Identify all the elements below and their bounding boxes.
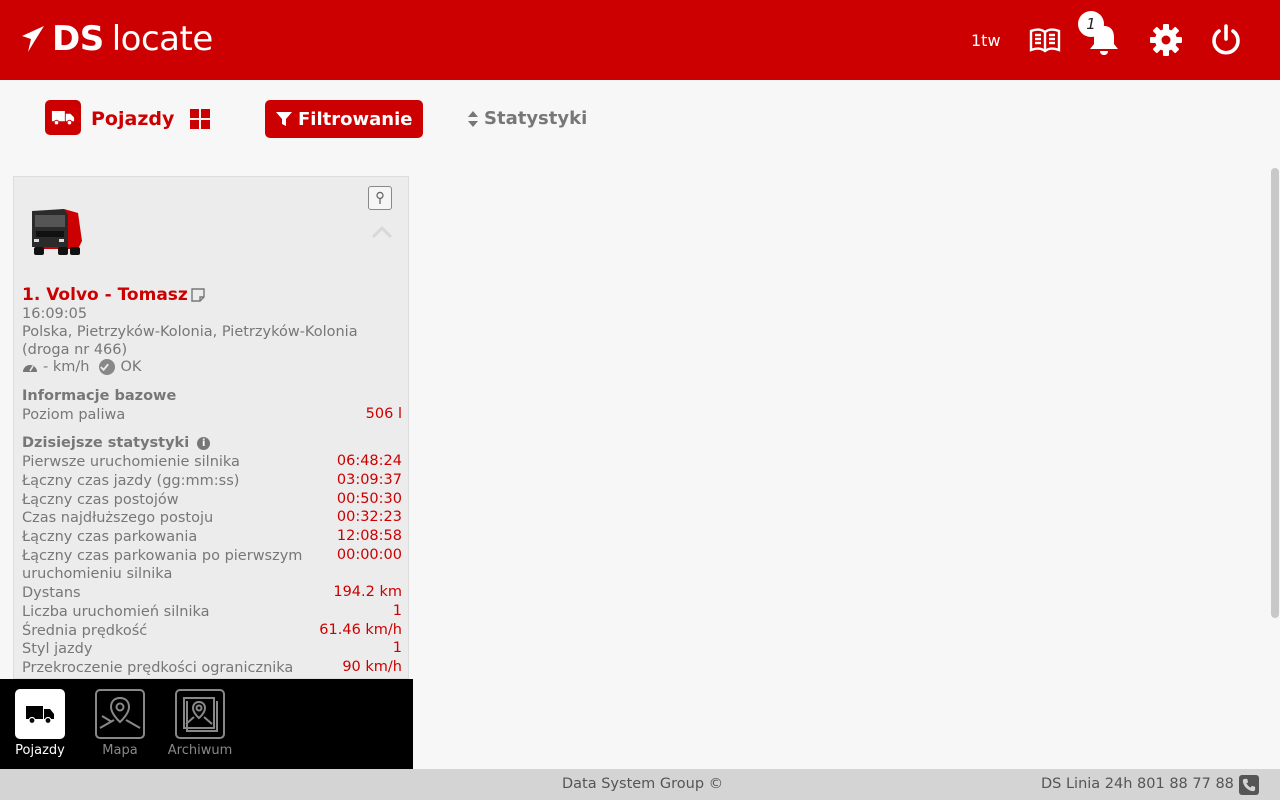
truck-image <box>32 209 82 255</box>
notification-badge[interactable]: 1 <box>1078 11 1104 37</box>
truck-icon <box>15 689 65 739</box>
footer: Data System Group © DS Linia 24h 801 88 … <box>0 769 1280 800</box>
logo-bold-text: DS <box>52 19 104 59</box>
footer-copyright: Data System Group © <box>562 776 724 792</box>
bottom-navigation: Pojazdy Mapa Archiwum <box>0 679 413 769</box>
stat-value: 03:09:37 <box>336 472 402 488</box>
user-name[interactable]: 1tw <box>971 31 1001 50</box>
stat-value: 12:08:58 <box>336 528 402 544</box>
nav-item-map[interactable]: Mapa <box>85 689 155 758</box>
vehicle-title[interactable]: 1. Volvo - Tomasz <box>22 285 188 305</box>
stat-value: 506 l <box>365 406 402 422</box>
stat-label: Styl jazdy <box>22 641 93 657</box>
stat-label: Łączny czas jazdy (gg:mm:ss) <box>22 473 240 489</box>
stat-value: 00:50:30 <box>336 491 402 507</box>
grid-view-icon[interactable] <box>190 109 210 129</box>
stat-value: 00:00:00 <box>336 547 402 563</box>
map-icon <box>95 689 145 739</box>
nav-label: Pojazdy <box>15 743 65 758</box>
footer-hotline[interactable]: DS Linia 24h 801 88 77 88 <box>1041 776 1234 792</box>
nav-item-archive[interactable]: Archiwum <box>165 689 235 758</box>
chevron-up-icon[interactable] <box>371 225 393 239</box>
stat-value: 1 <box>392 640 402 656</box>
stat-value: 1 <box>392 603 402 619</box>
check-circle-icon <box>99 359 116 375</box>
vehicle-address: Polska, Pietrzyków-Kolonia, Pietrzyków-K… <box>22 324 358 358</box>
stat-value: 00:32:23 <box>336 509 402 525</box>
today-stats-heading-text: Dzisiejsze statystyki <box>22 435 190 451</box>
vehicle-status: OK <box>120 359 142 375</box>
stat-value: 06:48:24 <box>336 453 402 469</box>
archive-icon <box>175 689 225 739</box>
vehicle-time: 16:09:05 <box>22 306 88 322</box>
statistics-button-label: Statystyki <box>484 108 588 129</box>
stat-label: Średnia prędkość <box>22 623 148 639</box>
app-logo[interactable]: DS locate <box>20 18 213 60</box>
base-info-heading: Informacje bazowe <box>22 388 177 404</box>
stat-label: Dystans <box>22 585 81 601</box>
stat-label: Łączny czas parkowania po pierwszym uruc… <box>22 548 303 582</box>
vehicles-tab-icon[interactable] <box>45 100 81 135</box>
stat-label: Liczba uruchomień silnika <box>22 604 210 620</box>
nav-label: Mapa <box>102 743 138 758</box>
filter-button[interactable]: Filtrowanie <box>265 100 423 138</box>
arrow-logo-icon <box>22 26 44 52</box>
stat-label: Łączny czas parkowania <box>22 529 198 545</box>
phone-icon[interactable] <box>1239 775 1259 795</box>
nav-item-vehicles[interactable]: Pojazdy <box>5 689 75 758</box>
filter-icon <box>276 112 292 126</box>
manual-book-icon[interactable] <box>1027 22 1063 58</box>
stat-label: Pierwsze uruchomienie silnika <box>22 454 240 470</box>
statistics-button[interactable]: Statystyki <box>467 108 587 129</box>
filter-button-label: Filtrowanie <box>298 108 413 130</box>
nav-label: Archiwum <box>167 743 233 758</box>
stat-value: 61.46 km/h <box>319 622 402 638</box>
vehicle-speed-status: - km/h OK <box>22 359 141 375</box>
power-icon[interactable] <box>1208 22 1244 58</box>
today-stats-heading: Dzisiejsze statystyki i <box>22 435 211 451</box>
truck-icon <box>51 111 75 126</box>
note-icon[interactable] <box>190 287 206 303</box>
stat-label: Przekroczenie prędkości ogranicznika <box>22 660 294 676</box>
stat-label: Czas najdłuższego postoju <box>22 510 214 526</box>
stat-label: Poziom paliwa <box>22 407 126 423</box>
vehicle-speed: - km/h <box>43 359 90 375</box>
stat-value: 194.2 km <box>333 584 402 600</box>
speedometer-icon <box>23 365 37 372</box>
info-icon[interactable]: i <box>197 437 211 450</box>
top-header: DS locate 1tw 1 <box>0 0 1280 80</box>
vehicle-card: 1. Volvo - Tomasz 16:09:05 Polska, Pietr… <box>13 176 409 679</box>
stat-label: Łączny czas postojów <box>22 492 179 508</box>
logo-light-text: locate <box>111 19 214 59</box>
page-scrollbar[interactable] <box>1271 168 1279 618</box>
pin-icon[interactable] <box>368 186 392 210</box>
vehicles-tab-label[interactable]: Pojazdy <box>91 108 174 130</box>
stat-value: 90 km/h <box>342 659 402 675</box>
sort-icon <box>468 110 478 127</box>
gear-icon[interactable] <box>1148 22 1184 58</box>
